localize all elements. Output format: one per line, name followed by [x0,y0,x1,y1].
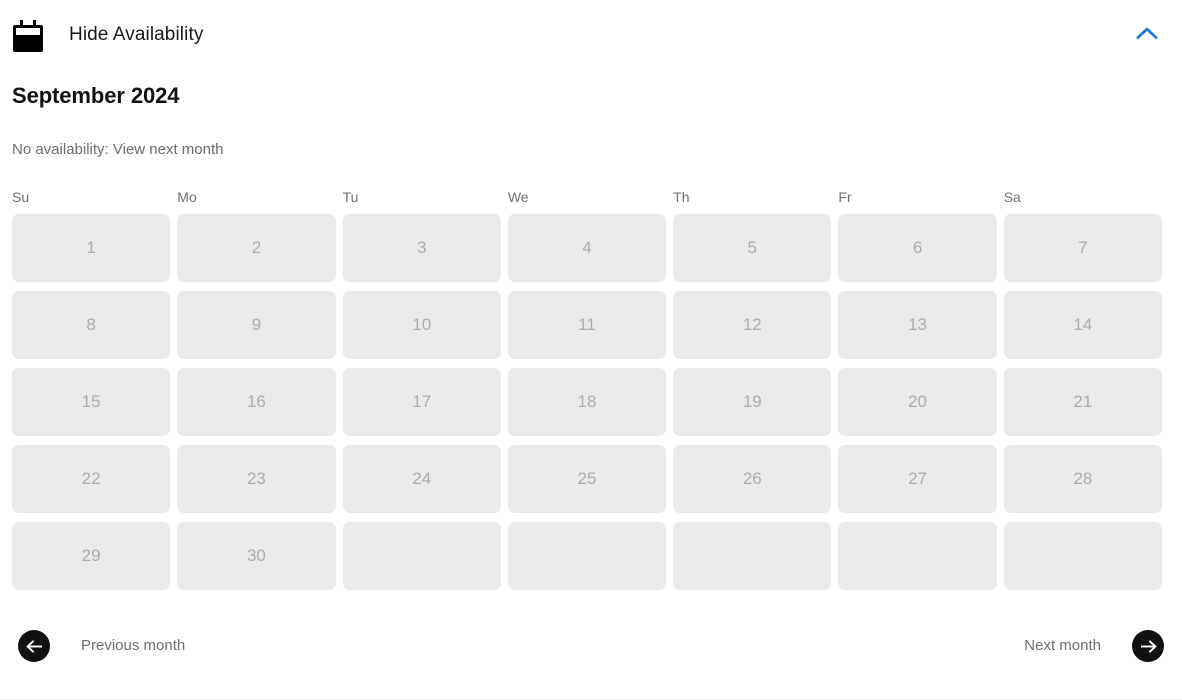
day-cell[interactable]: 29 [12,522,171,590]
day-cell[interactable]: 8 [12,291,171,359]
day-cell[interactable]: 5 [673,214,832,282]
day-cell[interactable]: 9 [177,291,336,359]
day-cell[interactable]: 16 [177,368,336,436]
day-header-mo: Mo [177,189,197,205]
day-header-tu: Tu [342,189,359,205]
day-cell[interactable]: 7 [1003,214,1162,282]
day-header-sa: Sa [1003,189,1021,205]
day-cell[interactable]: 13 [838,291,997,359]
day-cell[interactable]: 18 [507,368,667,436]
day-cell[interactable]: 1 [12,214,171,282]
day-cell-empty [342,522,501,590]
day-cell-empty [507,522,667,590]
day-cell[interactable]: 15 [12,368,171,436]
availability-panel: Hide Availability September 2024 No avai… [0,0,1182,700]
calendar-week-row: 29 30 [12,522,1162,590]
panel-header: Hide Availability [0,0,1182,68]
calendar-week-row: 22 23 24 25 26 27 28 [12,445,1162,513]
day-cell[interactable]: 22 [12,445,171,513]
day-header-we: We [507,189,529,205]
month-title: September 2024 [12,83,180,108]
day-header-th: Th [673,189,690,205]
day-cell[interactable]: 3 [342,214,501,282]
day-cell[interactable]: 17 [342,368,501,436]
availability-status-text: No availability: View next month [12,141,224,158]
day-cell[interactable]: 4 [507,214,667,282]
calendar-grid: Su Mo Tu We Th Fr Sa 1 2 3 4 5 6 7 8 9 1… [12,188,1162,590]
next-month-button[interactable]: Next month [1024,630,1164,662]
next-month-label: Next month [1024,637,1101,654]
day-cell[interactable]: 25 [507,445,667,513]
day-header-su: Su [12,189,30,205]
day-cell[interactable]: 2 [177,214,336,282]
day-cell[interactable]: 14 [1003,291,1162,359]
day-cell[interactable]: 6 [838,214,997,282]
day-cell-empty [1003,522,1162,590]
collapse-toggle-button[interactable] [1130,17,1164,51]
calendar-week-row: 15 16 17 18 19 20 21 [12,368,1162,436]
day-cell[interactable]: 19 [673,368,832,436]
day-header-fr: Fr [838,189,852,205]
previous-month-label: Previous month [81,637,186,654]
calendar-weeks: 1 2 3 4 5 6 7 8 9 10 11 12 13 14 15 16 1… [12,214,1162,590]
day-cell[interactable]: 20 [838,368,997,436]
chevron-up-icon [1136,26,1158,43]
arrow-left-icon [18,630,50,662]
day-cell-empty [838,522,997,590]
day-cell[interactable]: 27 [838,445,997,513]
day-cell[interactable]: 28 [1003,445,1162,513]
calendar-week-row: 1 2 3 4 5 6 7 [12,214,1162,282]
day-of-week-header-row: Su Mo Tu We Th Fr Sa [12,188,1162,206]
day-cell[interactable]: 12 [673,291,832,359]
calendar-week-row: 8 9 10 11 12 13 14 [12,291,1162,359]
day-cell[interactable]: 24 [342,445,501,513]
day-cell[interactable]: 10 [342,291,501,359]
calendar-navigation: Previous month Next month [0,620,1182,672]
calendar-icon [12,18,44,52]
day-cell[interactable]: 23 [177,445,336,513]
day-cell[interactable]: 30 [177,522,336,590]
day-cell[interactable]: 11 [507,291,667,359]
previous-month-button[interactable]: Previous month [18,630,185,662]
arrow-right-icon [1132,630,1164,662]
panel-title: Hide Availability [69,23,204,45]
day-cell-empty [673,522,832,590]
day-cell[interactable]: 26 [673,445,832,513]
day-cell[interactable]: 21 [1003,368,1162,436]
